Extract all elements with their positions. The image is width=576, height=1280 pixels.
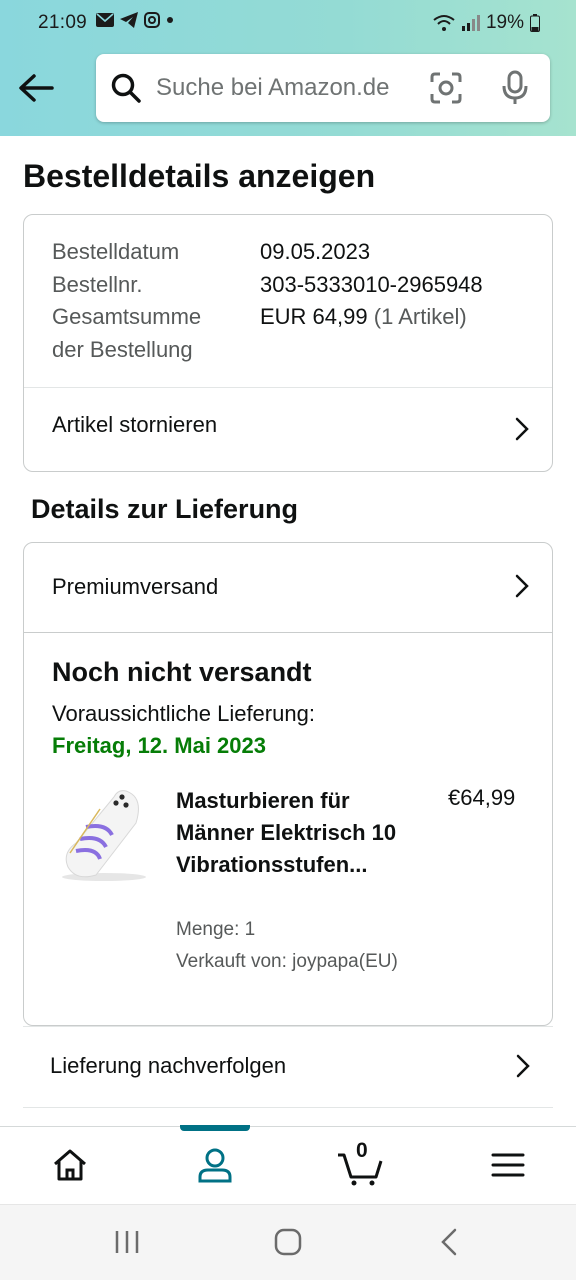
product-quantity: Menge: 1 [176,919,256,940]
telegram-icon [120,12,138,28]
order-date-value: 09.05.2023 [260,239,371,264]
order-summary-card: Bestelldatum 09.05.2023 Bestellnr. 303-5… [23,214,553,472]
status-right: 19% [432,12,540,34]
status-bar: 21:09 19% [0,0,576,46]
order-number-value: 303-5333010-2965948 [260,272,483,297]
menu-icon [491,1153,525,1177]
home-icon [54,1149,86,1181]
status-time: 21:09 [38,12,88,33]
eta-date: Freitag, 12. Mai 2023 [52,733,266,758]
bottom-navigation: 0 [0,1125,576,1204]
delivery-section-title: Details zur Lieferung [31,494,299,524]
product-seller: Verkauft von: joypapa(EU) [176,951,398,972]
product-price: €64,99 [448,785,516,810]
order-item-count: (1 Artikel) [373,304,467,329]
order-total-amount: EUR 64,99 [260,304,368,329]
cancel-items-row[interactable]: Artikel stornieren [24,388,552,472]
order-number-label: Bestellnr. [52,272,143,297]
shipping-method-label[interactable]: Premiumversand [52,574,218,600]
dot-icon [167,17,173,23]
camera-scan-icon[interactable] [430,72,462,104]
search-input[interactable]: Suche bei Amazon.de [156,74,390,102]
account-icon [198,1148,232,1183]
delivery-card: Premiumversand Noch nicht versandt Vorau… [23,542,553,1026]
product-thumbnail [62,790,146,881]
recent-apps-icon[interactable] [114,1227,140,1257]
track-package-row[interactable]: Lieferung nachverfolgen [23,1026,553,1108]
mail-icon [96,13,114,27]
nav-account[interactable] [195,1145,235,1185]
battery-percent: 19% [485,12,524,33]
chevron-right-icon [516,1054,530,1078]
divider [24,632,552,633]
active-tab-indicator [180,1125,250,1131]
chevron-right-icon [515,574,529,598]
microphone-icon[interactable] [502,70,528,106]
cancel-items-link[interactable]: Artikel stornieren [52,412,217,438]
cart-count: 0 [356,1139,368,1162]
product-image[interactable] [56,783,152,883]
eta-label: Voraussichtliche Lieferung: [52,701,315,726]
page-title: Bestelldetails anzeigen [23,158,376,194]
order-date-label: Bestelldatum [52,239,180,264]
back-button[interactable] [16,70,56,106]
search-icon [111,73,141,103]
product-title-link[interactable]: Masturbieren für Männer Elektrisch 10 Vi… [176,785,406,881]
track-package-link[interactable]: Lieferung nachverfolgen [50,1053,286,1079]
signal-icon [461,15,480,31]
battery-icon [530,14,540,32]
app-header: 21:09 19% Suche bei Amazon.de [0,0,576,136]
search-bar[interactable]: Suche bei Amazon.de [96,54,550,122]
instagram-icon [144,12,160,28]
arrow-left-icon [19,74,54,102]
shipment-status: Noch nicht versandt [52,657,312,687]
order-total-label: Gesamtsumme [52,304,202,329]
nav-home[interactable] [50,1145,90,1185]
notification-icons [96,12,174,28]
chevron-right-icon [515,417,529,441]
shipping-method-row[interactable]: Premiumversand [24,543,552,633]
order-total-value: EUR 64,99 (1 Artikel) [260,304,467,330]
nav-menu[interactable] [488,1145,528,1185]
system-back-icon[interactable] [438,1227,460,1257]
order-total-label-line2: der Bestellung [52,337,193,362]
system-navigation [0,1204,576,1280]
home-button-icon[interactable] [273,1227,303,1257]
wifi-icon [433,15,455,31]
nav-cart[interactable]: 0 [336,1139,384,1186]
